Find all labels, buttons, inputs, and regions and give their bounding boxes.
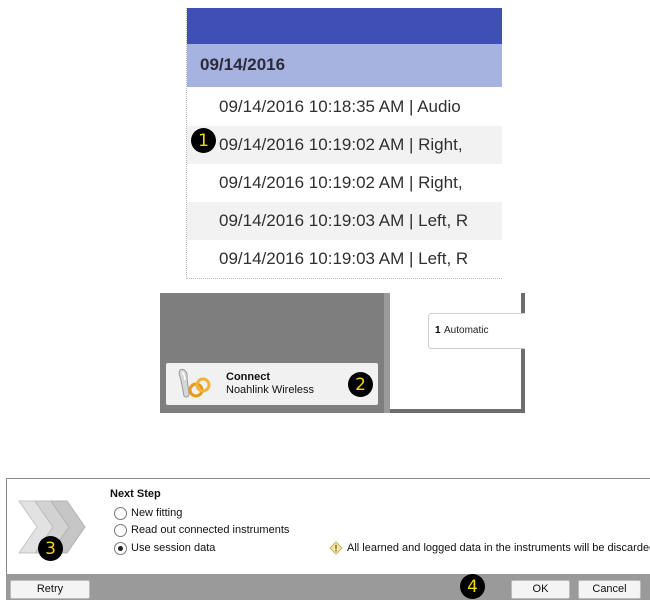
date-group-label: 09/14/2016: [200, 55, 286, 74]
log-entry[interactable]: 09/14/2016 10:19:03 AM | Left, R: [187, 202, 502, 240]
connect-button[interactable]: Connect Noahlink Wireless: [166, 363, 378, 405]
date-group-header[interactable]: 09/14/2016: [187, 44, 502, 87]
program-area: 1 Automatic: [390, 293, 525, 409]
connect-device: Noahlink Wireless: [226, 384, 315, 396]
radio-button[interactable]: [114, 524, 127, 537]
next-step-panel: Next Step New fitting Read out connected…: [6, 478, 650, 600]
log-header-bar: [187, 8, 502, 44]
callout-badge-1: 1: [191, 128, 216, 153]
radio-button-selected[interactable]: [114, 542, 127, 555]
callout-badge-4: 4: [460, 574, 485, 599]
connect-title: Connect: [226, 371, 270, 383]
log-entry-text: 09/14/2016 10:19:03 AM | Left, R: [219, 249, 469, 268]
option-label: New fitting: [131, 507, 183, 519]
log-entry-text: 09/14/2016 10:19:03 AM | Left, R: [219, 211, 469, 230]
next-step-body: Next Step New fitting Read out connected…: [6, 478, 650, 575]
ok-button[interactable]: OK: [511, 580, 570, 599]
callout-badge-2: 2: [348, 372, 373, 397]
program-tile[interactable]: 1 Automatic: [428, 313, 525, 349]
log-entry-text: 09/14/2016 10:19:02 AM | Right,: [219, 173, 463, 192]
connect-panel: 1 Automatic Connect Noahlink Wireless: [160, 293, 525, 413]
log-entry-text: 09/14/2016 10:19:02 AM | Right,: [219, 135, 463, 154]
warning-text: All learned and logged data in the instr…: [347, 542, 650, 554]
log-entry[interactable]: 09/14/2016 10:19:03 AM | Left, R: [187, 240, 502, 278]
log-entry-text: 09/14/2016 10:18:35 AM | Audio: [219, 97, 461, 116]
log-entry[interactable]: 09/14/2016 10:18:35 AM | Audio: [187, 88, 502, 126]
retry-button[interactable]: Retry: [10, 580, 90, 599]
next-step-title: Next Step: [110, 488, 161, 500]
program-name: Automatic: [444, 325, 489, 336]
hearing-aid-link-icon: [178, 369, 211, 398]
option-label: Use session data: [131, 542, 216, 554]
radio-button[interactable]: [114, 507, 127, 520]
log-panel: 09/14/2016 09/14/2016 10:18:35 AM | Audi…: [186, 8, 502, 279]
log-entry[interactable]: 09/14/2016 10:19:02 AM | Right,: [187, 126, 502, 164]
callout-badge-3: 3: [38, 536, 63, 561]
cancel-button[interactable]: Cancel: [578, 580, 641, 599]
log-entry[interactable]: 09/14/2016 10:19:02 AM | Right,: [187, 164, 502, 202]
option-label: Read out connected instruments: [131, 524, 290, 536]
warning-icon: [329, 541, 343, 555]
program-number: 1: [435, 325, 441, 336]
